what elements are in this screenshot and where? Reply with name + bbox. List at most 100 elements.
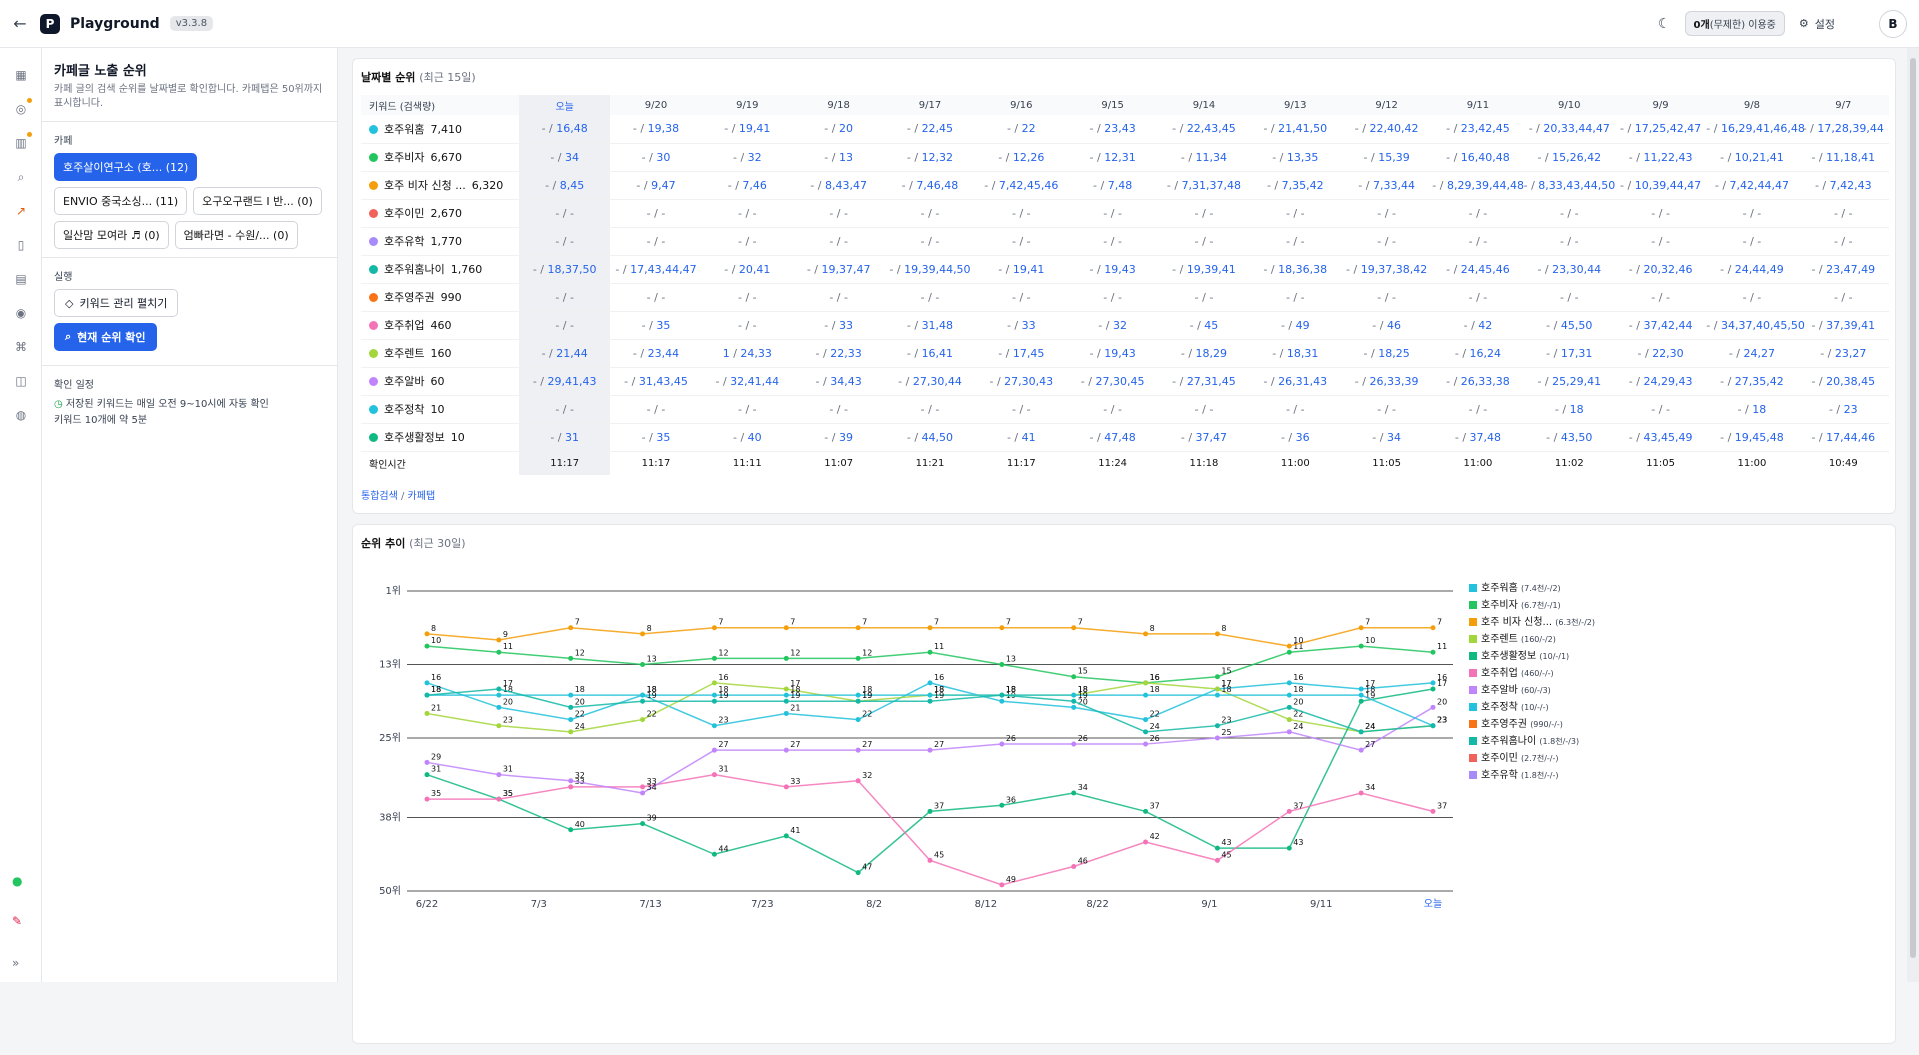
rank-cell: - / - <box>1158 227 1250 256</box>
settings-button[interactable]: ⚙ 설정 <box>1799 16 1835 32</box>
point-label: 17 <box>1437 679 1447 688</box>
series-point <box>1430 723 1436 729</box>
rank-cell: - / 23,42,45 <box>1432 115 1524 144</box>
point-label: 20 <box>1437 697 1447 706</box>
series-point <box>783 686 789 692</box>
point-label: 17 <box>503 679 513 688</box>
keyword-volume: 460 <box>430 319 452 332</box>
series-point <box>927 625 933 631</box>
grid-icon[interactable]: ▦ <box>12 66 30 84</box>
avatar[interactable]: B <box>1879 9 1907 38</box>
filter-separator: / <box>397 491 408 502</box>
usage-badge[interactable]: 0개(무제한) 이용중 <box>1684 11 1785 36</box>
layout-icon[interactable]: ◫ <box>12 372 30 390</box>
check-rank-button[interactable]: ⌕ 현재 순위 확인 <box>54 323 157 351</box>
rank-cell: - / 16,29,41,46,48 <box>1706 115 1805 144</box>
top-bar: ← P Playground v3.3.8 ☾ 0개(무제한) 이용중 ⚙ 설정 … <box>0 0 1919 48</box>
rank-cell: - / - <box>884 395 976 424</box>
eye-icon[interactable]: ◉ <box>12 304 30 322</box>
series-point <box>1286 845 1292 851</box>
series-point <box>999 661 1005 667</box>
rank-cell: - / 18,25 <box>1340 339 1433 368</box>
keyword-cell[interactable]: 호주알바 60 <box>361 367 519 396</box>
rank-cell: - / 37,47 <box>1158 423 1250 452</box>
date-header: 9/11 <box>1432 95 1524 115</box>
chat-icon[interactable]: ◍ <box>12 406 30 424</box>
back-arrow-icon[interactable]: ← <box>0 0 40 48</box>
rank-cell: - / 7,33,44 <box>1340 171 1433 200</box>
point-label: 7 <box>718 618 723 627</box>
rank-cell: - / 17,44,46 <box>1797 423 1889 452</box>
rank-cell: - / 44,50 <box>884 423 976 452</box>
keyword-cell[interactable]: 호주유학 1,770 <box>361 227 519 256</box>
keyword-cell[interactable]: 호주취업 460 <box>361 311 519 340</box>
legend-swatch <box>1469 618 1477 626</box>
app-logo-icon: P <box>40 13 60 34</box>
point-label: 15 <box>1078 667 1088 676</box>
keyword-cell[interactable]: 호주 비자 신청 ... 6,320 <box>361 171 519 200</box>
time-cell: 11:17 <box>519 451 611 475</box>
network-icon[interactable]: ⌘ <box>12 338 30 356</box>
keyword-name: 호주워홈 <box>384 122 425 136</box>
rank-cell: - / - <box>792 395 885 424</box>
point-label: 20 <box>1293 697 1303 706</box>
filter-cafe-link[interactable]: 카페탭 <box>408 491 436 502</box>
keyword-cell[interactable]: 호주이민 2,670 <box>361 199 519 228</box>
point-label: 7 <box>934 618 939 627</box>
keyword-name: 호주 비자 신청 ... <box>384 179 466 192</box>
legend-label: 호주생활정보 (10/-/1) <box>1481 649 1569 662</box>
trend-up-icon[interactable]: ↗ <box>12 202 30 220</box>
series-point <box>1214 735 1220 741</box>
rank-cell: - / 22,30 <box>1614 339 1707 368</box>
rank-cell: - / - <box>1432 395 1524 424</box>
rank-cell: - / 13 <box>792 143 885 172</box>
edit-icon[interactable]: ✎ <box>12 914 22 928</box>
keyword-cell[interactable]: 호주비자 6,670 <box>361 143 519 172</box>
date-header: 오늘 <box>519 95 611 115</box>
rank-cell: - / 37,48 <box>1432 423 1524 452</box>
series-point <box>711 747 717 753</box>
series-point <box>1358 729 1364 735</box>
cafe-chip[interactable]: 엄빠라면 - 수원/... (0) <box>174 221 298 249</box>
keyword-cell[interactable]: 호주정착 10 <box>361 395 519 424</box>
time-cell: 11:00 <box>1280 457 1310 469</box>
bar-chart-icon[interactable]: ▥ <box>12 132 32 152</box>
rank-cell: - / 18,31 <box>1249 339 1341 368</box>
table-row: 호주 비자 신청 ... 6,320- / 8,45- / 9,47- / 7,4… <box>361 171 1889 200</box>
keyword-cell[interactable]: 호주워홈 7,410 <box>361 115 519 144</box>
rank-cell: - / 35 <box>610 423 702 452</box>
filter-integrated-link[interactable]: 통합검색 <box>361 491 398 502</box>
rank-cell: - / 31 <box>519 423 611 452</box>
keyword-cell[interactable]: 호주영주권 990 <box>361 283 519 312</box>
cafe-chip[interactable]: ENVIO 중국소싱... (11) <box>54 187 188 215</box>
keyword-manage-button[interactable]: ◇ 키워드 관리 펼치기 <box>54 289 179 317</box>
table-row: 호주이민 2,670- / -- / -- / -- / -- / -- / --… <box>361 199 1889 228</box>
keyword-dot <box>369 265 378 274</box>
page-scrollbar[interactable] <box>1907 48 1919 982</box>
rank-cell: - / - <box>1614 227 1707 256</box>
legend-swatch <box>1469 669 1477 677</box>
legend-label: 호주워홈나이 (1.8천/-/3) <box>1481 734 1579 747</box>
series-point <box>424 759 430 765</box>
cafe-chip[interactable]: 오구오구랜드 I 반... (0) <box>193 187 322 215</box>
series-point <box>999 741 1005 747</box>
daily-rank-card: 날짜별 순위 (최근 15일) 키워드 (검색량) 오늘 9/20 9/19 9/18 9… <box>352 58 1896 514</box>
rank-cell: - / - <box>519 199 611 228</box>
cafe-chip[interactable]: 호주살이연구소 (호... (12) <box>54 153 198 181</box>
rank-cell: - / 21,44 <box>519 339 611 368</box>
series-point <box>783 710 789 716</box>
columns-icon[interactable]: ▯ <box>12 236 30 254</box>
document-icon[interactable]: ▤ <box>12 270 30 288</box>
keyword-cell[interactable]: 호주생활정보 10 <box>361 423 519 452</box>
check-circle-icon[interactable]: ◎ <box>12 98 32 118</box>
keyword-cell[interactable]: 호주렌트 160 <box>361 339 519 368</box>
keyword-cell[interactable]: 호주워홈나이 1,760 <box>361 255 519 284</box>
point-label: 24 <box>575 722 585 731</box>
cafe-chip[interactable]: 일산맘 모여라 ♬ (0) <box>54 221 169 249</box>
rank-cell: - / - <box>519 283 611 312</box>
series-point <box>1143 729 1149 735</box>
expand-icon[interactable]: » <box>12 956 19 970</box>
point-label: 19 <box>934 691 944 700</box>
search-icon[interactable]: ⌕ <box>12 168 30 186</box>
moon-icon[interactable]: ☾ <box>1658 16 1671 32</box>
